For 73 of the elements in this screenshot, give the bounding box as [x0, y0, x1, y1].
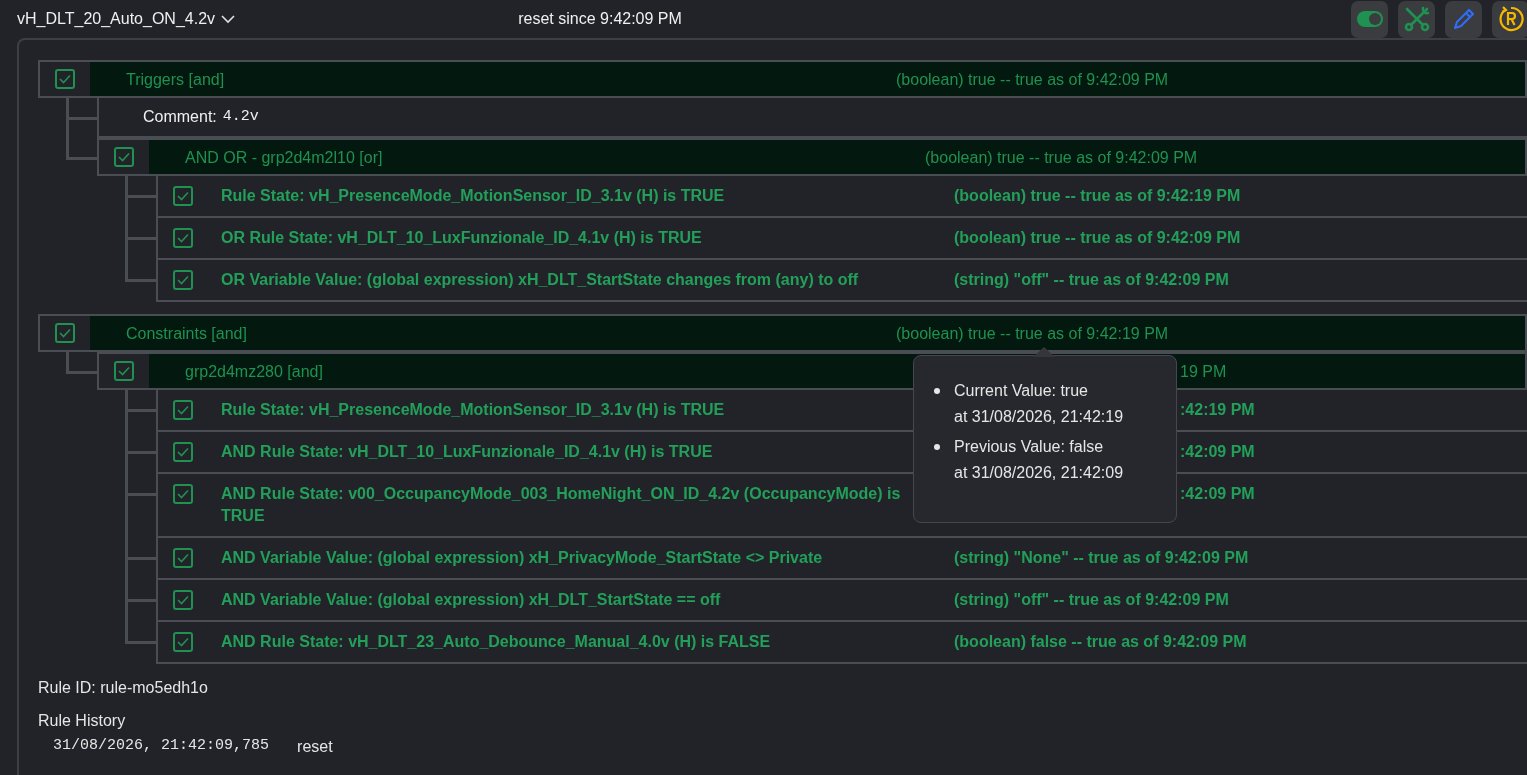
rule-value: (boolean) true -- true as of 9:42:09 PM — [954, 228, 1241, 248]
checkmark-icon — [177, 191, 189, 201]
checkbox[interactable] — [114, 361, 134, 381]
checkmark-icon — [177, 553, 189, 563]
checkbox[interactable] — [173, 270, 193, 290]
group-label: AND OR - grp2d4m2l10 [or] — [185, 147, 383, 167]
checkmark-icon — [177, 405, 189, 415]
checkmark-icon — [118, 152, 130, 162]
rule-label: AND Rule State: vH_DLT_10_LuxFunzionale_ID_4.1v (H) is TRUE — [221, 443, 713, 460]
checkbox[interactable] — [173, 442, 193, 462]
rule-value: (string) "off" -- true as of 9:42:09 PM — [954, 590, 1229, 610]
checkmark-icon — [177, 595, 189, 605]
group-value: (boolean) true -- true as of 9:42:09 PM — [896, 69, 1169, 89]
rule-label: AND Rule State: vH_DLT_23_Auto_Debounce_Manual_4.0v (H) is FALSE — [221, 633, 771, 650]
rule-name-dropdown[interactable]: vH_DLT_20_Auto_ON_4.2v — [17, 7, 236, 31]
history-title: Rule History — [38, 711, 127, 731]
rule-value: (boolean) false -- true as of 9:42:09 PM — [954, 632, 1247, 652]
rule-value: :42:09 PM — [1180, 484, 1255, 504]
rule-label: AND Variable Value: (global expression) xH_PrivacyMode_StartState <> Private — [221, 549, 823, 566]
checkbox[interactable] — [173, 484, 193, 504]
rule-label: Rule State: vH_PresenceMode_MotionSensor_ID_3.1v (H) is TRUE — [221, 401, 725, 418]
rule-label: AND Rule State: v00_OccupancyMode_003_HomeNight_ON_ID_4.2v (OccupancyMode) is TRUE — [221, 485, 901, 524]
history-time: 31/08/2026, 21:42:09,785 — [53, 736, 270, 756]
tooltip-value: Previous Value: false — [954, 437, 1105, 457]
checkmark-icon — [118, 366, 130, 376]
tooltip-pointer-icon — [1033, 347, 1055, 357]
tooltip-time: at 31/08/2026, 21:42:19 — [954, 407, 1125, 427]
group-label: grp2d4mz280 [and] — [185, 361, 323, 381]
rule-label: OR Rule State: vH_DLT_10_LuxFunzionale_ID_4.1v (H) is TRUE — [221, 229, 702, 246]
checkmark-icon — [177, 489, 189, 499]
checkbox[interactable] — [173, 186, 193, 206]
checkmark-icon — [177, 447, 189, 457]
checkbox[interactable] — [55, 69, 75, 89]
bullet-icon — [934, 388, 940, 394]
rule-label: AND Variable Value: (global expression) xH_DLT_StartState == off — [221, 591, 721, 608]
checkbox[interactable] — [173, 548, 193, 568]
checkbox[interactable] — [173, 228, 193, 248]
rule-label: Rule State: vH_PresenceMode_MotionSensor_ID_3.1v (H) is TRUE — [221, 187, 725, 204]
checkmark-icon — [177, 275, 189, 285]
checkmark-icon — [59, 328, 71, 338]
chevron-down-icon — [221, 14, 236, 24]
status-text: reset since 9:42:09 PM — [517, 9, 683, 29]
checkmark-icon — [59, 74, 71, 84]
checkmark-icon — [177, 637, 189, 647]
rule-value: (string) "None" -- true as of 9:42:09 PM — [954, 548, 1249, 568]
group-label: Triggers [and] — [126, 69, 225, 89]
tooltip-time: at 31/08/2026, 21:42:09 — [954, 463, 1125, 483]
history-event: reset — [297, 737, 333, 757]
group-value: 19 PM — [1180, 361, 1227, 381]
toggle-button[interactable] — [1351, 0, 1388, 38]
rule-value: :42:19 PM — [1180, 400, 1255, 420]
tools-button[interactable] — [1398, 0, 1435, 38]
rule-value: (string) "off" -- true as of 9:42:09 PM — [954, 270, 1229, 290]
checkmark-icon — [177, 233, 189, 243]
checkbox[interactable] — [173, 590, 193, 610]
group-label: Constraints [and] — [126, 323, 247, 343]
group-value: (boolean) true -- true as of 9:42:19 PM — [896, 323, 1169, 343]
comment-label: Comment: — [143, 107, 217, 127]
checkbox[interactable] — [173, 400, 193, 420]
rule-value: (boolean) true -- true as of 9:42:19 PM — [954, 186, 1241, 206]
checkbox[interactable] — [173, 632, 193, 652]
bullet-icon — [934, 444, 940, 450]
group-value: (boolean) true -- true as of 9:42:09 PM — [925, 147, 1198, 167]
rule-value: :42:09 PM — [1180, 442, 1255, 462]
tooltip-value: Current Value: true — [954, 381, 1089, 401]
reset-button[interactable] — [1492, 0, 1527, 38]
checkbox[interactable] — [114, 147, 134, 167]
rule-id-text: Rule ID: rule-mo5edh1o — [38, 678, 209, 698]
comment-code: 4.2v — [222, 106, 259, 127]
checkbox[interactable] — [55, 323, 75, 343]
edit-button[interactable] — [1445, 0, 1482, 38]
rule-label: OR Variable Value: (global expression) xH_DLT_StartState changes from (any) to off — [221, 271, 859, 288]
toggle-icon — [1356, 11, 1383, 27]
